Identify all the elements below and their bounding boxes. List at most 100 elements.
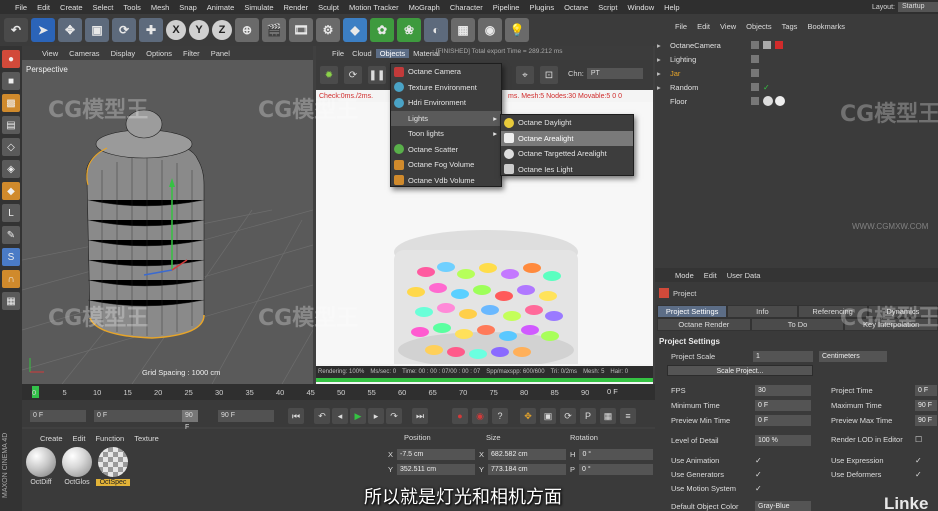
render-settings-gear-icon[interactable]: ✹ (320, 66, 338, 84)
preview-min-input[interactable]: 0 F (755, 415, 811, 426)
menu-snap[interactable]: Snap (174, 3, 202, 12)
menu-motion-tracker[interactable]: Motion Tracker (344, 3, 404, 12)
om-menu-view[interactable]: View (720, 22, 736, 31)
mm-menu-create[interactable]: Create (40, 434, 63, 443)
menu-file[interactable]: File (10, 3, 32, 12)
tab-info[interactable]: Info (727, 305, 798, 318)
viewport-menu-filter[interactable]: Filter (183, 49, 200, 58)
use-animation-checkbox[interactable]: ✓ (755, 456, 762, 465)
visibility-dots-icon[interactable] (751, 41, 759, 49)
project-scale-unit-select[interactable]: Centimeters (819, 351, 887, 362)
undo-icon[interactable]: ↶ (4, 18, 28, 42)
layout-select[interactable]: Startup (897, 2, 938, 12)
material-octdiff[interactable]: OctDiff (24, 447, 58, 491)
menu-window[interactable]: Window (622, 3, 659, 12)
size-y-input[interactable]: 773.184 cm (488, 464, 567, 475)
menu-sculpt[interactable]: Sculpt (313, 3, 344, 12)
position-y-input[interactable]: 352.511 cm (397, 464, 476, 475)
mm-menu-texture[interactable]: Texture (134, 434, 159, 443)
menu-character[interactable]: Character (445, 3, 488, 12)
rotate-icon[interactable]: ⟳ (112, 18, 136, 42)
am-menu-mode[interactable]: Mode (675, 271, 694, 280)
move-icon[interactable]: ✥ (58, 18, 82, 42)
menu-create[interactable]: Create (55, 3, 88, 12)
mm-menu-function[interactable]: Function (95, 434, 124, 443)
scale-key-icon[interactable]: ▣ (540, 408, 556, 424)
deformer-icon[interactable]: ◐ (424, 18, 448, 42)
fps-input[interactable]: 30 (755, 385, 811, 396)
light-icon[interactable]: 💡 (505, 18, 529, 42)
lod-input[interactable]: 100 % (755, 435, 811, 446)
menu-script[interactable]: Script (593, 3, 622, 12)
preview-max-input[interactable]: 90 F (915, 415, 937, 426)
om-menu-objects[interactable]: Objects (746, 22, 771, 31)
y-axis-toggle[interactable]: Y (189, 20, 209, 40)
use-motion-system-checkbox[interactable]: ✓ (755, 484, 762, 493)
scale-project-button[interactable]: Scale Project... (667, 365, 813, 376)
rotation-h-input[interactable]: 0 ° (579, 449, 654, 460)
previous-frame-icon[interactable]: ◂ (332, 408, 348, 424)
menu-item-octane-fog-volume[interactable]: Octane Fog Volume (391, 157, 501, 173)
timeline-ruler[interactable]: 0 5 10 15 20 25 30 35 40 45 50 55 60 65 70 75 80 85 90 0 F (22, 384, 655, 400)
tab-project-settings[interactable]: Project Settings (657, 305, 728, 318)
timeline-menu-icon[interactable]: ≡ (620, 408, 636, 424)
render-lod-checkbox[interactable]: ☐ (915, 435, 922, 444)
material-octspec[interactable]: OctSpec (96, 447, 130, 491)
menu-item-texture-environment[interactable]: Texture Environment (391, 80, 501, 96)
scale-icon[interactable]: ▣ (85, 18, 109, 42)
rotation-p-input[interactable]: 0 ° (579, 464, 654, 475)
z-axis-toggle[interactable]: Z (212, 20, 232, 40)
channel-select[interactable]: PT (586, 68, 643, 79)
live-select-icon[interactable]: ➤ (31, 18, 55, 42)
default-color-select[interactable]: Gray-Blue (755, 501, 811, 511)
visibility-dots-icon[interactable] (751, 83, 759, 91)
visibility-dots-icon[interactable] (751, 55, 759, 63)
menu-help[interactable]: Help (659, 3, 684, 12)
mm-menu-edit[interactable]: Edit (73, 434, 86, 443)
pla-key-icon[interactable]: ▦ (600, 408, 616, 424)
polygons-mode-icon[interactable]: ◆ (2, 182, 20, 200)
x-axis-toggle[interactable]: X (166, 20, 186, 40)
points-mode-icon[interactable]: ◇ (2, 138, 20, 156)
menu-item-octane-targetted-arealight[interactable]: Octane Targetted Arealight (501, 146, 633, 162)
material-octglos[interactable]: OctGlos (60, 447, 94, 491)
edges-mode-icon[interactable]: ◈ (2, 160, 20, 178)
menu-simulate[interactable]: Simulate (239, 3, 278, 12)
param-key-icon[interactable]: P (580, 408, 596, 424)
add-icon[interactable]: ✚ (139, 18, 163, 42)
material-tag-icon[interactable] (775, 96, 785, 106)
camera-tag-icon[interactable] (775, 41, 783, 49)
rotation-key-icon[interactable]: ⟳ (560, 408, 576, 424)
menu-item-octane-arealight[interactable]: Octane Arealight (501, 130, 633, 146)
menu-item-octane-daylight[interactable]: Octane Daylight (501, 115, 633, 131)
viewport-menu-options[interactable]: Options (146, 49, 172, 58)
model-mode-icon[interactable]: ■ (2, 72, 20, 90)
camera-icon[interactable]: ◉ (478, 18, 502, 42)
project-time-input[interactable]: 0 F (915, 385, 937, 396)
menu-item-octane-camera[interactable]: Octane Camera (391, 64, 501, 80)
viewport-menu-cameras[interactable]: Cameras (69, 49, 99, 58)
om-menu-bookmarks[interactable]: Bookmarks (807, 22, 845, 31)
next-frame-icon[interactable]: ▸ (368, 408, 384, 424)
object-row-random[interactable]: ▸ Random ✓ (655, 80, 938, 94)
viewport-menu-display[interactable]: Display (111, 49, 136, 58)
cloner-icon[interactable]: ❀ (397, 18, 421, 42)
om-menu-file[interactable]: File (675, 22, 687, 31)
texture-mode-icon[interactable]: ▩ (2, 94, 20, 112)
next-key-icon[interactable]: ↷ (386, 408, 402, 424)
render-settings-icon[interactable]: ⚙ (316, 18, 340, 42)
om-menu-edit[interactable]: Edit (697, 22, 710, 31)
magnet-icon[interactable]: ∩ (2, 270, 20, 288)
go-to-end-icon[interactable]: ⏭ (412, 408, 428, 424)
project-scale-input[interactable]: 1 (753, 351, 813, 362)
checker-tag-icon[interactable] (763, 41, 771, 49)
live-viewer-menu-file[interactable]: File (328, 49, 348, 58)
expand-icon[interactable]: ▸ (655, 41, 667, 50)
menu-item-lights[interactable]: Lights ▸ (391, 110, 501, 126)
autokey-icon[interactable]: ◉ (472, 408, 488, 424)
am-menu-user-data[interactable]: User Data (727, 271, 761, 280)
keyframe-selection-icon[interactable]: ? (492, 408, 508, 424)
use-expression-checkbox[interactable]: ✓ (915, 456, 922, 465)
object-row-jar[interactable]: ▸ Jar (655, 66, 938, 80)
live-viewer-menu-objects[interactable]: Objects (375, 48, 410, 58)
